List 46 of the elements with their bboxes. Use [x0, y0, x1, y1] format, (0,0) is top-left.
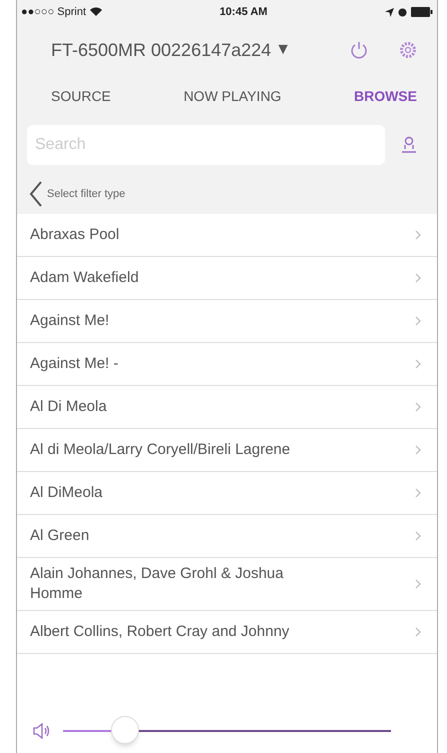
device-selector[interactable]: FT-6500MR 00226147a224 ▼: [51, 36, 292, 64]
artist-row[interactable]: Al Green: [17, 515, 437, 558]
settings-icon[interactable]: [399, 41, 417, 59]
location-icon: [385, 8, 394, 16]
speaker-icon[interactable]: [33, 723, 51, 739]
artist-row[interactable]: Alain Johannes, Dave Grohl & Joshua Homme: [17, 558, 437, 611]
artist-name: Al Di Meola: [30, 397, 107, 417]
artist-row[interactable]: Al Di Meola: [17, 386, 437, 429]
chevron-icon: [415, 316, 421, 326]
artist-name: Against Me!: [30, 311, 110, 331]
battery-icon: [411, 7, 433, 17]
power-icon[interactable]: [349, 40, 369, 60]
artist-name: Al Green: [30, 526, 90, 546]
artist-name: Al DiMeola: [30, 483, 103, 503]
artist-name: Albert Collins, Robert Cray and Johnny: [30, 622, 290, 642]
tab[interactable]: NOW PLAYING: [184, 86, 282, 106]
tab[interactable]: BROWSE: [354, 86, 417, 106]
person-icon[interactable]: [401, 136, 417, 154]
chevron-icon: [415, 273, 421, 283]
carrier-text: ●●○○○ Sprint: [21, 4, 86, 20]
artist-row[interactable]: Al DiMeola: [17, 472, 437, 515]
chevron-icon: [415, 230, 421, 240]
artist-name: Adam Wakefield: [30, 268, 139, 288]
artist-row[interactable]: Against Me!: [17, 300, 437, 343]
chevron-icon: [415, 359, 421, 369]
chevron-icon: [415, 445, 421, 455]
chevron-icon: [415, 579, 421, 589]
artist-row[interactable]: Abraxas Pool: [17, 214, 437, 257]
artist-name: Alain Johannes, Dave Grohl & Joshua Homme: [30, 564, 284, 604]
artist-row[interactable]: Against Me! -: [17, 343, 437, 386]
back-chevron-icon: [29, 181, 43, 207]
artist-name: Abraxas Pool: [30, 225, 120, 245]
chevron-icon: [415, 531, 421, 541]
artist-name: Against Me! -: [30, 354, 118, 374]
chevron-icon: [415, 627, 421, 637]
artist-row[interactable]: Al di Meola/Larry Coryell/Bireli Lagrene: [17, 429, 437, 472]
artist-name: Al di Meola/Larry Coryell/Bireli Lagrene: [30, 440, 290, 460]
volume-thumb[interactable]: [111, 716, 140, 744]
wifi-icon: [90, 7, 102, 17]
chevron-icon: [415, 488, 421, 498]
artist-row[interactable]: Adam Wakefield: [17, 257, 437, 300]
back-to-filter-button[interactable]: Select filter type: [17, 174, 437, 214]
tab[interactable]: SOURCE: [51, 86, 111, 106]
chevron-icon: [415, 402, 421, 412]
artist-row[interactable]: Albert Collins, Robert Cray and Johnny: [17, 611, 437, 654]
clock-text: 10:45 AM: [220, 4, 268, 20]
